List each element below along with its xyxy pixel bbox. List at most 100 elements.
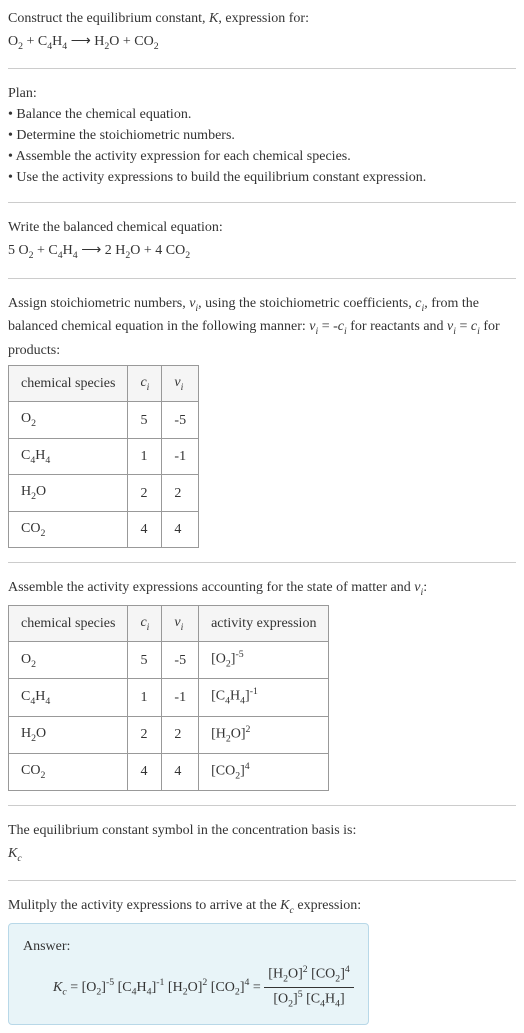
sp2: O — [36, 726, 46, 741]
mult-t1: Mulitply the activity expressions to arr… — [8, 898, 280, 913]
sp: O — [21, 652, 31, 667]
sub: 2 — [31, 418, 36, 429]
sub: 4 — [240, 696, 245, 707]
sub: 2 — [226, 659, 231, 670]
cell-c: 1 — [128, 438, 162, 474]
th-species: chemical species — [9, 605, 128, 641]
sub: 4 — [320, 998, 325, 1009]
assign-section: Assign stoichiometric numbers, νi, using… — [8, 293, 516, 548]
cell-activity: [CO2]4 — [199, 753, 329, 790]
sub: 2 — [283, 973, 288, 984]
plan-item-2: • Determine the stoichiometric numbers. — [8, 125, 516, 146]
plan-item-1: • Balance the chemical equation. — [8, 104, 516, 125]
sp: CO — [21, 763, 40, 778]
intro-text: Construct the equilibrium constant, — [8, 11, 209, 26]
fraction: [H2O]2 [CO2]4[O2]5 [C4H4] — [264, 963, 353, 1012]
cell-nu: 4 — [162, 511, 199, 547]
intro-section: Construct the equilibrium constant, K, e… — [8, 8, 516, 54]
divider — [8, 880, 516, 881]
sub: 2 — [31, 658, 36, 669]
plan-item-3: • Assemble the activity expression for e… — [8, 146, 516, 167]
multiply-text: Mulitply the activity expressions to arr… — [8, 895, 516, 918]
sub: 4 — [335, 998, 340, 1009]
numerator: [H2O]2 [CO2]4 — [264, 963, 353, 988]
sup: -1 — [250, 686, 258, 697]
eq-eq: = — [456, 319, 471, 334]
sub-2c: 2 — [154, 41, 159, 52]
cell-species: CO2 — [9, 753, 128, 790]
cell-species: O2 — [9, 642, 128, 679]
th-ci: ci — [128, 365, 162, 401]
divider — [8, 202, 516, 203]
assign-t4: for reactants and — [347, 319, 447, 334]
denominator: [O2]5 [C4H4] — [264, 988, 353, 1012]
sub: 2 — [226, 733, 231, 744]
sp: H — [21, 484, 31, 499]
multiply-section: Mulitply the activity expressions to arr… — [8, 895, 516, 1025]
mult-t2: expression: — [294, 898, 361, 913]
cell-nu: -5 — [162, 402, 199, 438]
th-nui: νi — [162, 365, 199, 401]
sub: 2 — [235, 770, 240, 781]
assign-t1: Assign stoichiometric numbers, — [8, 296, 189, 311]
sup: 4 — [245, 761, 250, 772]
th-activity: activity expression — [199, 605, 329, 641]
cell-nu: -1 — [162, 679, 199, 716]
kc: K — [8, 846, 17, 861]
sup: 2 — [303, 964, 308, 975]
th-species: chemical species — [9, 365, 128, 401]
table-row: H2O 2 2 [H2O]2 — [9, 716, 329, 753]
assemble-t1: Assemble the activity expressions accoun… — [8, 580, 414, 595]
ans-c4h4: [C — [114, 980, 132, 995]
sub: 2 — [40, 770, 45, 781]
sp: C — [21, 689, 30, 704]
cell-c: 1 — [128, 679, 162, 716]
sub: 2 — [40, 528, 45, 539]
eq-neg: = - — [318, 319, 338, 334]
bal-arrow: ⟶ 2 H — [78, 243, 126, 258]
divider — [8, 805, 516, 806]
ans-h2o: [H — [164, 980, 182, 995]
sub-i: i — [147, 622, 150, 633]
ans-eq: = [O — [67, 980, 97, 995]
intro-text-end: , expression for: — [218, 11, 309, 26]
answer-box: Answer: Kc = [O2]-5 [C4H4]-1 [H2O]2 [CO2… — [8, 923, 369, 1025]
balanced-section: Write the balanced chemical equation: 5 … — [8, 217, 516, 263]
activity-table: chemical species ci νi activity expressi… — [8, 605, 329, 791]
sub: 2 — [335, 973, 340, 984]
sub: 2 — [96, 987, 101, 998]
cell-activity: [H2O]2 — [199, 716, 329, 753]
ans-co2: [CO — [207, 980, 235, 995]
sp: H — [21, 726, 31, 741]
cell-c: 5 — [128, 642, 162, 679]
sup: 2 — [246, 724, 251, 735]
sup: -1 — [156, 977, 164, 988]
cell-species: H2O — [9, 716, 128, 753]
divider — [8, 278, 516, 279]
table-header-row: chemical species ci νi — [9, 365, 199, 401]
sub-i: i — [181, 382, 184, 393]
symbol-text: The equilibrium constant symbol in the c… — [8, 820, 516, 841]
intro-K: K — [209, 11, 218, 26]
ans-frac-eq: = — [249, 980, 264, 995]
table-row: O2 5 -5 [O2]-5 — [9, 642, 329, 679]
symbol-section: The equilibrium constant symbol in the c… — [8, 820, 516, 866]
eq-arrow: ⟶ H — [67, 34, 104, 49]
cell-c: 4 — [128, 511, 162, 547]
sp: O — [21, 411, 31, 426]
cell-species: C4H4 — [9, 438, 128, 474]
bal-h: H — [63, 243, 73, 258]
eq-end: O + CO — [109, 34, 153, 49]
sub: 4 — [45, 455, 50, 466]
plan-section: Plan: • Balance the chemical equation. •… — [8, 83, 516, 188]
intro-equation: O2 + C4H4 ⟶ H2O + CO2 — [8, 31, 516, 54]
table-row: CO2 4 4 — [9, 511, 199, 547]
stoich-table-1: chemical species ci νi O2 5 -5 C4H4 1 -1… — [8, 365, 199, 548]
cell-nu: -5 — [162, 642, 199, 679]
kc: K — [53, 980, 62, 995]
cell-species: C4H4 — [9, 679, 128, 716]
eq-o2: O — [8, 34, 18, 49]
sup: 4 — [345, 964, 350, 975]
cell-c: 2 — [128, 475, 162, 511]
cell-activity: [O2]-5 — [199, 642, 329, 679]
